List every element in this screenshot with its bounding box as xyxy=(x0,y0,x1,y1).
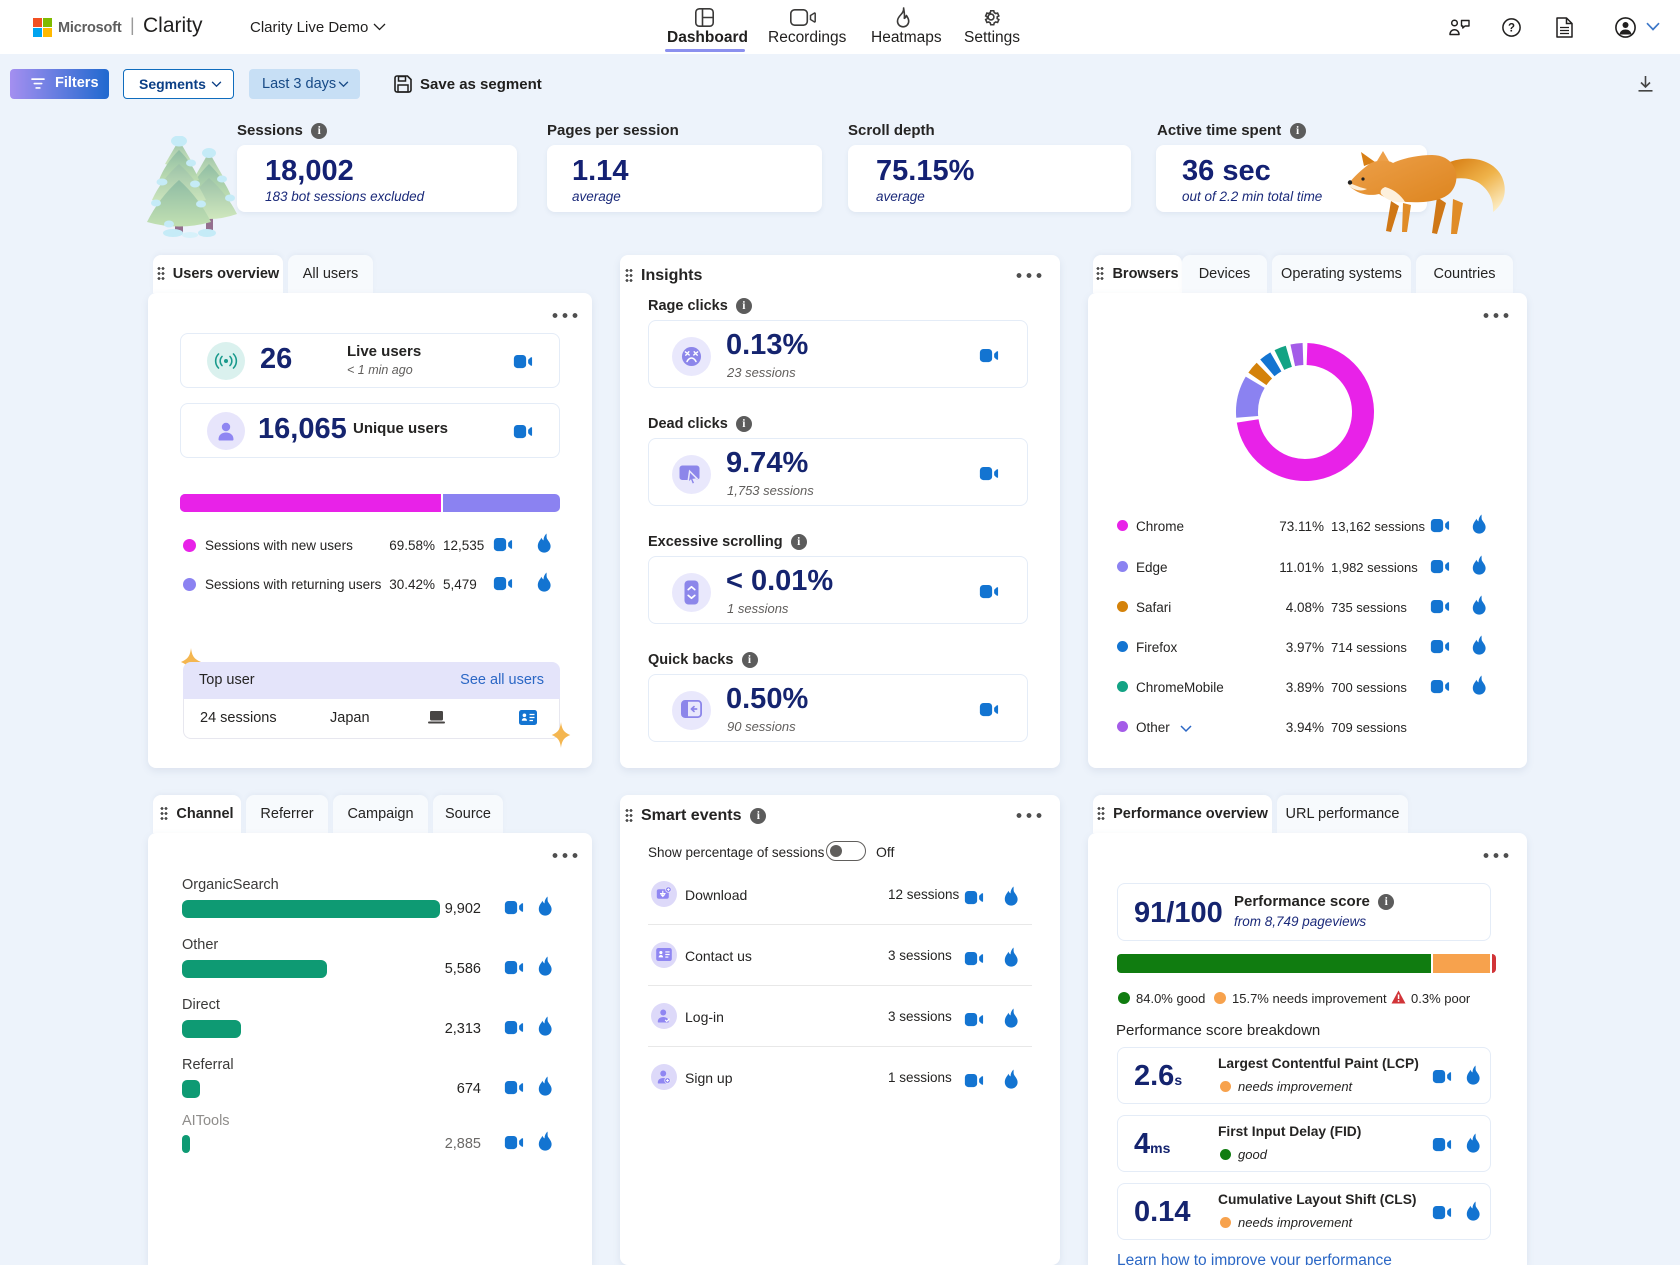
svg-text:?: ? xyxy=(1508,23,1515,35)
